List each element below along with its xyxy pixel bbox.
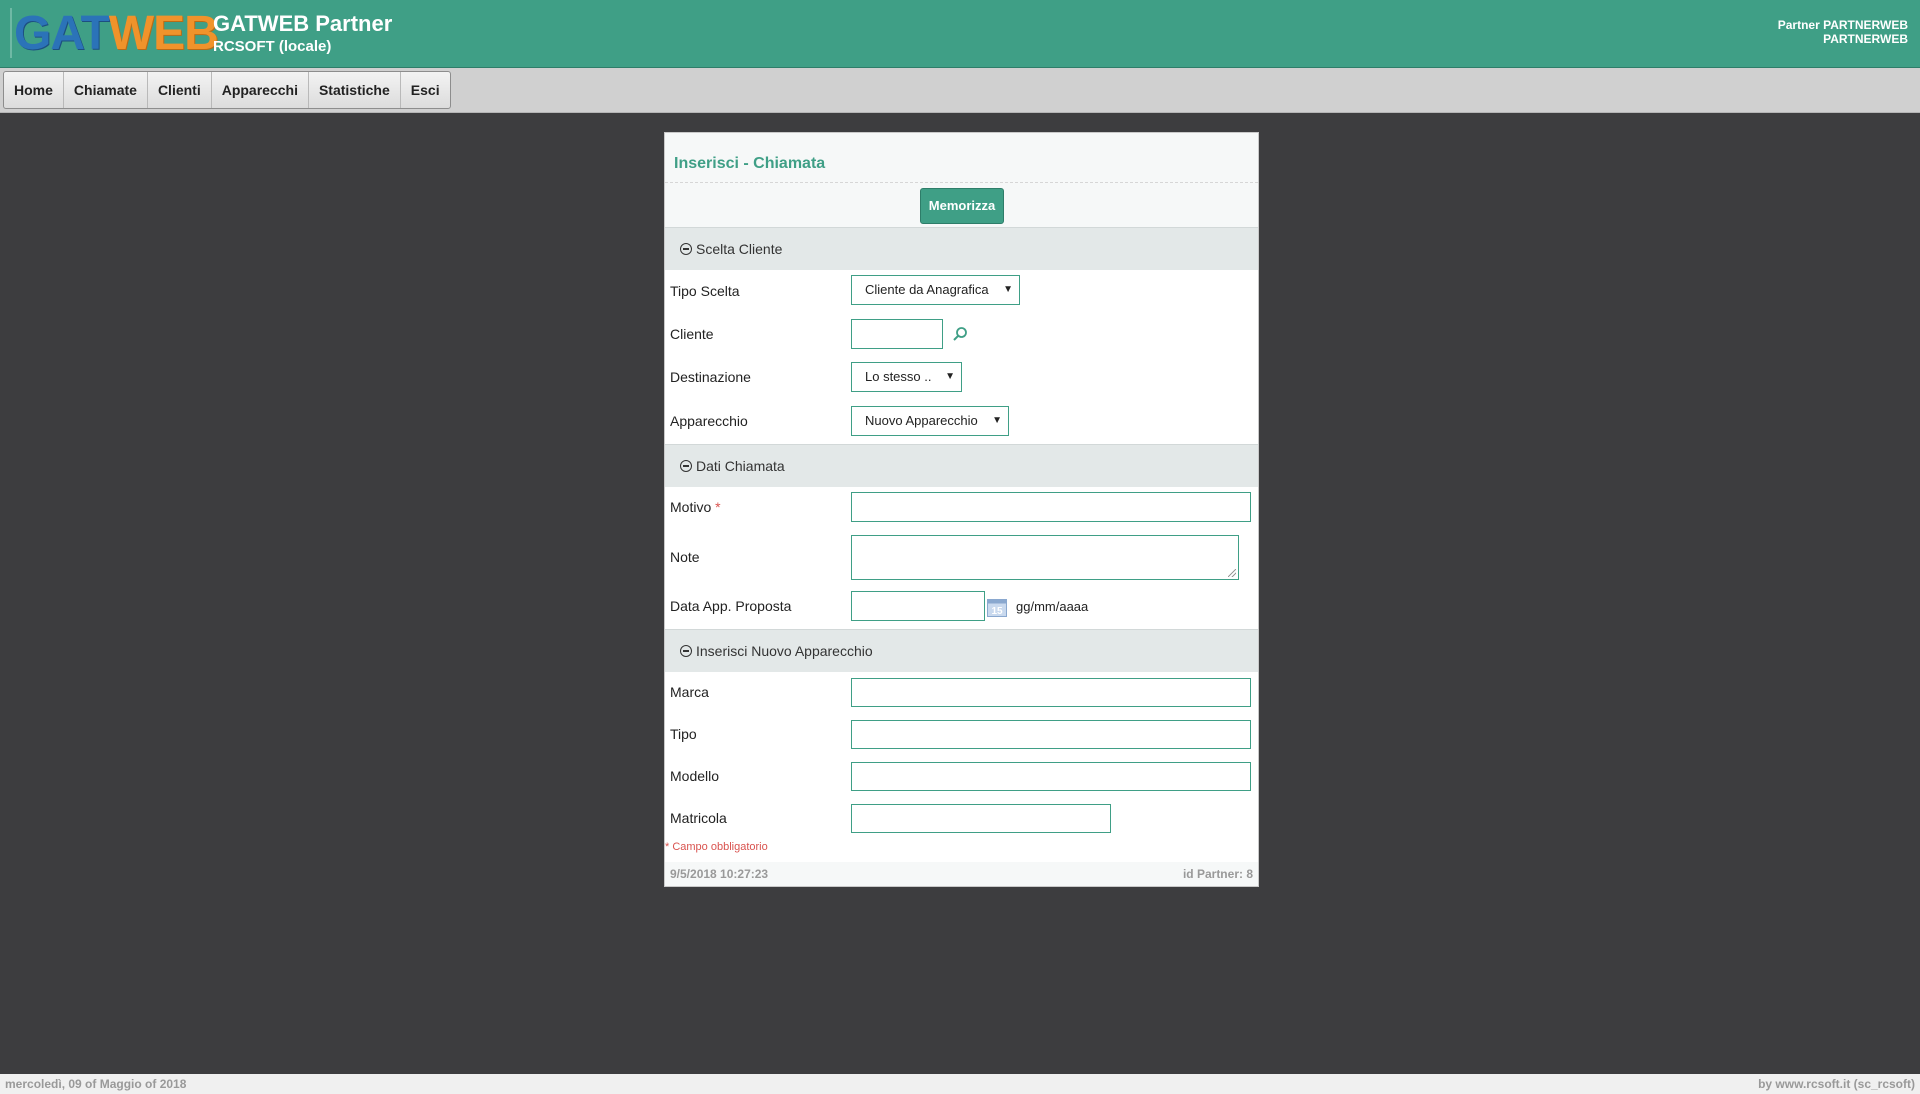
logo-gat-text: GAT: [14, 7, 110, 60]
tipo-scelta-value: Cliente da Anagrafica: [865, 282, 989, 297]
tipo-label: Tipo: [670, 726, 697, 742]
status-date: mercoledì, 09 of Maggio of 2018: [5, 1077, 187, 1091]
nav-statistiche[interactable]: Statistiche: [309, 72, 401, 108]
panel-header: Inserisci - Chiamata: [665, 133, 1258, 183]
nav-home[interactable]: Home: [4, 72, 64, 108]
status-bar: mercoledì, 09 of Maggio of 2018 by www.r…: [0, 1074, 1920, 1094]
status-credit: by www.rcsoft.it (sc_rcsoft): [1758, 1077, 1915, 1091]
resize-grip-icon[interactable]: [1228, 569, 1236, 577]
section-nuovo-apparecchio[interactable]: Inserisci Nuovo Apparecchio: [665, 629, 1258, 672]
destinazione-label: Destinazione: [670, 369, 751, 385]
section-title: Scelta Cliente: [696, 241, 783, 257]
chevron-down-icon: ▼: [945, 371, 955, 382]
date-format-hint: gg/mm/aaaa: [1016, 599, 1089, 614]
timestamp: 9/5/2018 10:27:23: [670, 867, 769, 881]
user-line-2: PARTNERWEB: [1823, 32, 1908, 46]
note-label: Note: [670, 549, 700, 565]
nav-chiamate[interactable]: Chiamate: [64, 72, 148, 108]
cliente-label: Cliente: [670, 326, 714, 342]
chevron-down-icon: ▼: [992, 415, 1002, 426]
motivo-label-text: Motivo: [670, 499, 712, 515]
tipo-scelta-select[interactable]: Cliente da Anagrafica ▼: [851, 275, 1020, 305]
data-app-label: Data App. Proposta: [670, 598, 792, 614]
section-title: Inserisci Nuovo Apparecchio: [696, 643, 873, 659]
apparecchio-label: Apparecchio: [670, 413, 748, 429]
panel-footer: 9/5/2018 10:27:23 id Partner: 8: [665, 862, 1258, 886]
search-icon[interactable]: [952, 326, 968, 342]
nav-esci[interactable]: Esci: [401, 72, 450, 108]
collapse-icon[interactable]: [680, 460, 692, 472]
section-scelta-cliente[interactable]: Scelta Cliente: [665, 227, 1258, 270]
modello-input[interactable]: [851, 762, 1251, 791]
required-field-note: * Campo obbligatorio: [665, 841, 768, 853]
app-header: GATWEB GATWEB Partner RCSOFT (locale) Pa…: [0, 0, 1920, 68]
gatweb-logo: GATWEB: [10, 7, 219, 60]
tipo-input[interactable]: [851, 720, 1251, 749]
motivo-label: Motivo *: [670, 499, 721, 515]
marca-input[interactable]: [851, 678, 1251, 707]
collapse-icon[interactable]: [680, 243, 692, 255]
modello-label: Modello: [670, 768, 720, 784]
data-app-input[interactable]: [851, 591, 985, 621]
app-title: GATWEB Partner: [213, 11, 393, 36]
marca-label: Marca: [670, 684, 709, 700]
matricola-label: Matricola: [670, 810, 727, 826]
page-title: Inserisci - Chiamata: [674, 155, 826, 172]
apparecchio-value: Nuovo Apparecchio: [865, 413, 978, 428]
destinazione-value: Lo stesso ..: [865, 369, 932, 384]
section-dati-chiamata[interactable]: Dati Chiamata: [665, 444, 1258, 487]
main-menu: Home Chiamate Clienti Apparecchi Statist…: [3, 71, 451, 109]
user-line-1: Partner PARTNERWEB: [1777, 18, 1908, 32]
navbar: Home Chiamate Clienti Apparecchi Statist…: [0, 68, 1920, 113]
collapse-icon[interactable]: [680, 645, 692, 657]
toolbar: Memorizza: [665, 183, 1258, 227]
app-subtitle: RCSOFT (locale): [213, 38, 332, 55]
apparecchio-select[interactable]: Nuovo Apparecchio ▼: [851, 406, 1009, 436]
motivo-input[interactable]: [851, 492, 1251, 522]
svg-text:15: 15: [991, 606, 1003, 617]
logo-web-text: WEB: [108, 7, 219, 60]
cliente-input[interactable]: [851, 319, 943, 349]
destinazione-select[interactable]: Lo stesso .. ▼: [851, 362, 962, 392]
nav-clienti[interactable]: Clienti: [148, 72, 212, 108]
section-title: Dati Chiamata: [696, 458, 785, 474]
nav-apparecchi[interactable]: Apparecchi: [212, 72, 309, 108]
form-panel: Inserisci - Chiamata Memorizza Scelta Cl…: [664, 132, 1259, 887]
save-button[interactable]: Memorizza: [920, 188, 1004, 224]
matricola-input[interactable]: [851, 804, 1111, 833]
partner-id: id Partner: 8: [1182, 867, 1253, 881]
chevron-down-icon: ▼: [1003, 284, 1013, 295]
user-info: Partner PARTNERWEB PARTNERWEB: [1778, 18, 1908, 46]
tipo-scelta-label: Tipo Scelta: [670, 283, 740, 299]
calendar-icon[interactable]: 15: [987, 597, 1007, 617]
required-mark: *: [715, 499, 721, 515]
note-textarea[interactable]: [851, 535, 1239, 580]
